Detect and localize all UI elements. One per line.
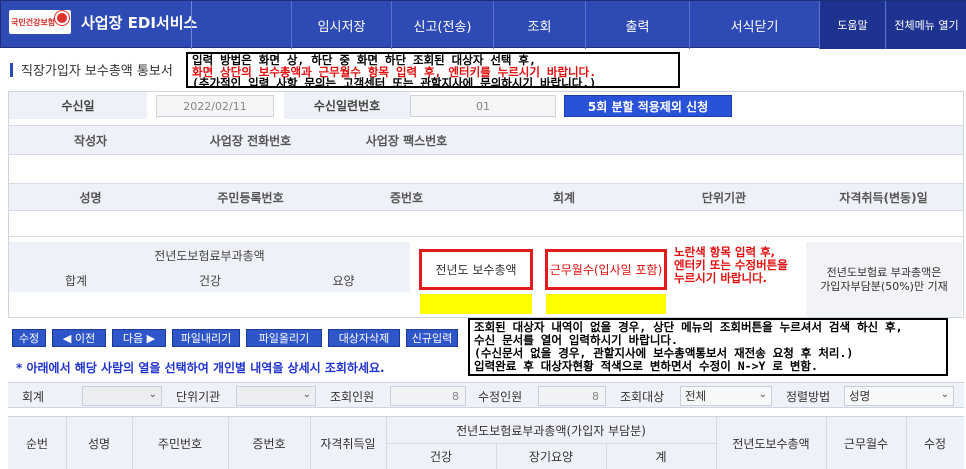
grid-col-ssn[interactable]: 주민번호: [132, 417, 228, 469]
grid-col-salary-total[interactable]: 전년도보수총액: [716, 417, 826, 469]
nav-print[interactable]: 출력: [585, 1, 689, 49]
yellow-field-note: 노란색 항목 입력 후, 엔터키 또는 수정버튼을 누르시기 바랍니다.: [674, 245, 788, 285]
premium-sum-label: 합계: [9, 268, 143, 292]
premium-health-label: 건강: [143, 268, 277, 292]
grid-divider: [228, 417, 229, 469]
brand[interactable]: 국민건강보험 사업장 EDI서비스: [9, 10, 197, 34]
premium-note: 전년도보험료 부과총액은 가입자부담분(50%)만 기재: [806, 242, 962, 317]
unit-select[interactable]: ⌄: [236, 386, 316, 406]
split-exemption-button[interactable]: 5회 분할 적용제외 신청: [564, 95, 732, 117]
grid-divider: [66, 417, 67, 469]
grid-col-total[interactable]: 계: [606, 443, 716, 469]
prev-button[interactable]: ◀ 이전: [52, 329, 106, 347]
logo-circle-icon: [55, 11, 69, 25]
account-select[interactable]: ⌄: [82, 386, 162, 406]
writer-header: 작성자: [73, 133, 108, 148]
delete-target-button[interactable]: 대상자삭제: [328, 329, 400, 347]
serial-number-label: 수신일련번호: [284, 92, 410, 119]
nav-close-form[interactable]: 서식닫기: [689, 1, 819, 49]
nhis-logo: 국민건강보험: [9, 10, 71, 34]
grid-divider: [606, 443, 607, 469]
notice-line-3: (추가적인 입력 사항 문의는 고객센터 또는 관할지사에 문의하시기 바랍니다…: [192, 76, 597, 88]
received-date-field: 2022/02/11: [156, 95, 274, 117]
app-title: 사업장 EDI서비스: [81, 13, 198, 32]
salary-total-label: 전년도 보수총액: [419, 249, 533, 290]
logo-text: 국민건강보험: [11, 17, 56, 27]
lookup-count-field: 8: [390, 386, 466, 406]
name-header: 성명: [79, 190, 102, 205]
chevron-down-icon: ⌄: [148, 389, 157, 400]
writer-header-row: 작성자 사업장 전화번호 사업장 팩스번호: [9, 125, 963, 155]
serial-number-field: 01: [410, 95, 556, 117]
new-entry-button[interactable]: 신규입력: [406, 329, 458, 347]
person-header-row: 성명 주민등록번호 증번호 회계 단위기관 자격취득(변동)일: [9, 183, 963, 211]
edit-button[interactable]: 수정: [12, 329, 46, 347]
next-button[interactable]: 다음 ▶: [112, 329, 166, 347]
target-select[interactable]: 전체 ⌄: [680, 386, 772, 406]
page-title-text: 직장가입자 보수총액 통보서: [21, 64, 173, 79]
acq-date-header: 자격취득(변동)일: [839, 190, 928, 205]
lookup-guide-notice: 조회된 대상자 내역이 없을 경우, 상단 메뉴의 조회버튼을 누르셔서 검색 …: [468, 318, 948, 376]
grid-divider: [906, 417, 907, 469]
grid-divider: [826, 417, 827, 469]
row-divider: [9, 236, 963, 237]
nav-temp-save[interactable]: 임시저장: [291, 1, 391, 49]
nav-submit[interactable]: 신고(전송): [391, 1, 493, 49]
premium-total-label: 전년도보험료부과총액: [9, 242, 410, 268]
unit-header: 단위기관: [701, 190, 747, 205]
edit-count-label: 수정인원: [478, 389, 523, 404]
premium-care-label: 요양: [277, 268, 410, 292]
card-no-header: 증번호: [389, 190, 424, 205]
notice2-line-4: 입력완료 후 대상자현황 적색으로 변하면서 수정이 N->Y 로 변함.: [474, 359, 818, 373]
grid-col-work-months[interactable]: 근무월수: [826, 417, 906, 469]
sort-select[interactable]: 성명 ⌄: [844, 386, 954, 406]
grid-group-premium: 전년도보험료부과총액(가입자 부담분): [456, 423, 646, 438]
target-select-value: 전체: [685, 389, 707, 403]
file-upload-button[interactable]: 파일올리기: [246, 329, 322, 347]
lookup-count-label: 조회인원: [330, 389, 375, 404]
chevron-down-icon: ⌄: [758, 389, 767, 400]
target-filter-label: 조회대상: [620, 389, 665, 404]
nav-help[interactable]: 도움말: [819, 1, 885, 49]
grid-divider: [386, 443, 716, 444]
grid-divider: [716, 417, 717, 469]
grid-col-ltc[interactable]: 장기요양: [496, 443, 606, 469]
file-download-button[interactable]: 파일내리기: [172, 329, 240, 347]
filter-row: 회계 ⌄ 단위기관 ⌄ 조회인원 8 수정인원 8 조회대상 전체 ⌄ 정렬방법…: [8, 382, 964, 408]
row-select-hint: * 아래에서 해당 사람의 열을 선택하여 개인별 내역을 상세시 조회하세요.: [16, 361, 385, 375]
edit-count-field: 8: [538, 386, 606, 406]
input-guide-notice: 입력 방법은 화면 상, 하단 중 화면 하단 조회된 대상자 선택 후, 화면…: [186, 52, 680, 88]
grid-col-acq-date[interactable]: 자격취득일: [310, 417, 386, 469]
grid-col-seq[interactable]: 순번: [8, 417, 66, 469]
chevron-down-icon: ⌄: [940, 389, 949, 400]
work-months-label: 근무월수(입사일 포함): [545, 249, 667, 290]
sort-select-value: 성명: [849, 389, 871, 403]
fax-header: 사업장 팩스번호: [365, 133, 448, 148]
title-bar-icon: [10, 62, 13, 77]
page-title: 직장가입자 보수총액 통보서: [10, 60, 173, 79]
phone-header: 사업장 전화번호: [209, 133, 292, 148]
chevron-down-icon: ⌄: [302, 389, 311, 400]
nav-all-menu[interactable]: 전체메뉴 열기: [885, 1, 966, 49]
account-filter-label: 회계: [22, 389, 45, 404]
nav-search[interactable]: 조회: [493, 1, 585, 49]
account-header: 회계: [552, 190, 576, 205]
grid-divider: [132, 417, 133, 469]
salary-total-input[interactable]: [420, 294, 532, 314]
sort-label: 정렬방법: [786, 389, 831, 404]
grid-col-card-no[interactable]: 증번호: [228, 417, 310, 469]
top-nav-bar: 국민건강보험 사업장 EDI서비스 임시저장 신고(전송) 조회 출력 서식닫기…: [0, 0, 966, 49]
unit-filter-label: 단위기관: [176, 389, 221, 404]
ssn-header: 주민등록번호: [217, 190, 284, 205]
grid-divider: [310, 417, 311, 469]
divider: [191, 1, 192, 49]
grid-col-health[interactable]: 건강: [386, 443, 496, 469]
target-grid-header: 순번 성명 주민번호 증번호 자격취득일 전년도보험료부과총액(가입자 부담분)…: [8, 416, 964, 469]
grid-col-name[interactable]: 성명: [66, 417, 132, 469]
work-months-input[interactable]: [546, 294, 666, 314]
grid-col-edited[interactable]: 수정: [906, 417, 964, 469]
grid-divider: [496, 443, 497, 469]
received-date-label: 수신일: [9, 92, 147, 119]
